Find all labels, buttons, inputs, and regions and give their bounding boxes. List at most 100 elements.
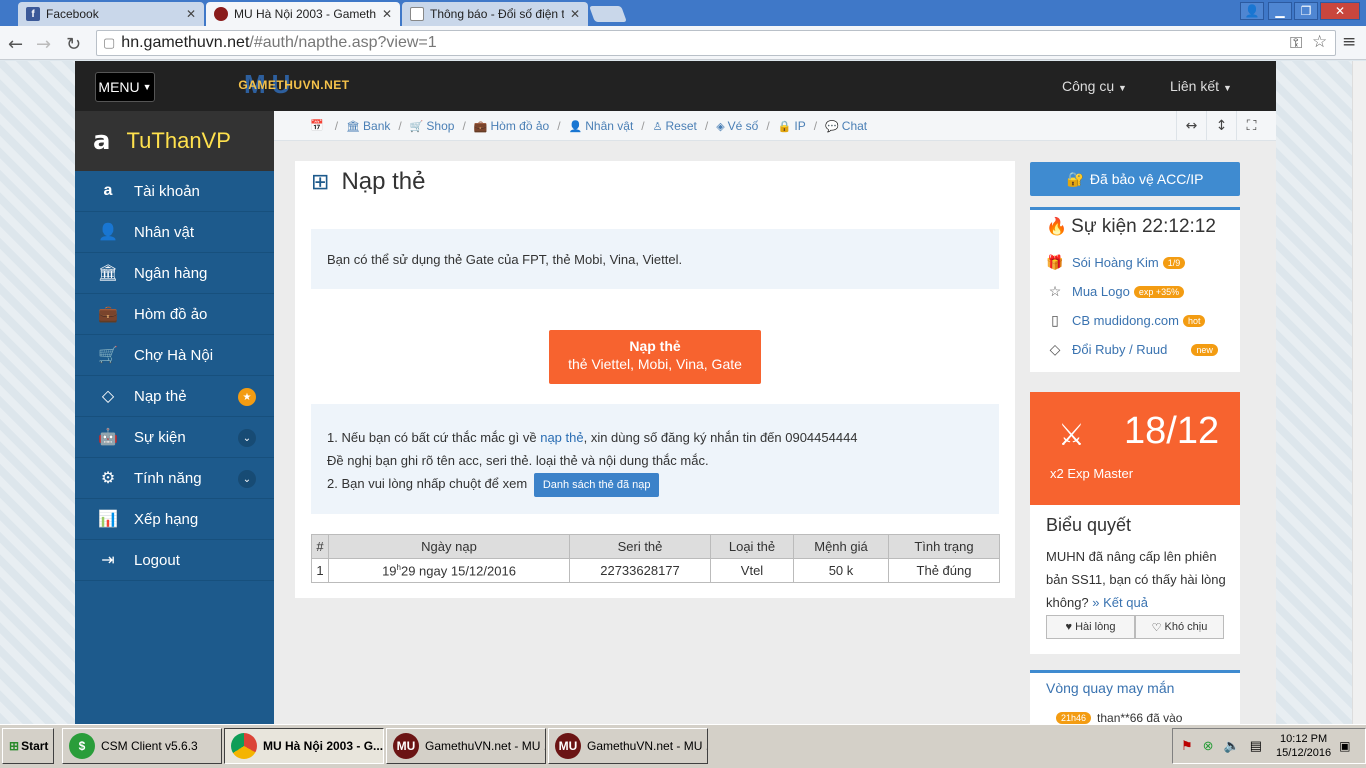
breadcrumb-bank[interactable]: 🏛 Bank: [346, 119, 390, 133]
expand-horizontal-icon[interactable]: ↔: [1176, 111, 1206, 141]
breadcrumb-reset[interactable]: ♙ Reset: [653, 119, 697, 133]
mu-game-icon: MU: [555, 733, 581, 759]
poll-results-link[interactable]: » Kết quả: [1092, 595, 1148, 610]
xbox-icon[interactable]: ⊗: [1203, 738, 1214, 754]
star-icon[interactable]: ☆: [1312, 32, 1327, 52]
sidebar-item-ngan-hang[interactable]: 🏛 Ngân hàng: [75, 253, 274, 294]
sidebar-item-nhan-vat[interactable]: 👤 Nhân vật: [75, 212, 274, 253]
volume-icon[interactable]: 🔈: [1224, 738, 1240, 754]
breadcrumb-chat[interactable]: 💬 Chat: [825, 119, 867, 133]
address-bar[interactable]: ▢ hn.gamethuvn.net/#auth/napthe.asp?view…: [96, 30, 1336, 56]
site-logo[interactable]: GAMETHUVN.NET: [234, 72, 354, 98]
breadcrumb-nhan-vat[interactable]: 👤 Nhân vật: [569, 119, 634, 133]
poll-question: MUHN đã nâng cấp lên phiên bản SS11, bạn…: [1046, 549, 1226, 610]
sidebar-item-nap-the[interactable]: ◇ Nạp thẻ ★: [75, 376, 274, 417]
tab-mu-hanoi[interactable]: MU Hà Nội 2003 - GamethuV ✕: [206, 2, 400, 26]
star-badge-icon: ★: [238, 388, 256, 406]
event-item[interactable]: ☆ Mua Logo exp +35%: [1046, 283, 1185, 300]
card-history-table: # Ngày nạp Seri thẻ Loại thẻ Mệnh giá Tì…: [311, 534, 1000, 583]
maximize-button[interactable]: ❐: [1294, 2, 1318, 20]
info-alert: Bạn có thể sử dụng thẻ Gate của FPT, thẻ…: [311, 229, 999, 289]
close-tab-icon[interactable]: ✕: [186, 7, 196, 21]
system-tray: ⚑ ⊗ 🔈 ▤ 10:12 PM 15/12/2016 ▣: [1172, 728, 1366, 764]
bank-icon: 🏛: [97, 265, 119, 282]
briefcase-icon: 💼: [473, 120, 488, 133]
promo-card[interactable]: ⚔ 18/12 x2 Exp Master: [1030, 392, 1240, 505]
clock[interactable]: 10:12 PM 15/12/2016: [1276, 732, 1331, 760]
sidebar-item-hom-do-ao[interactable]: 💼 Hòm đồ ảo: [75, 294, 274, 335]
sidebar-item-tai-khoan[interactable]: a Tài khoản: [75, 171, 274, 212]
poll-title: Biểu quyết: [1046, 515, 1132, 535]
menu-button[interactable]: MENU ▼: [95, 72, 155, 102]
fire-icon: 🔥: [1046, 217, 1068, 236]
taskbar-item-csm[interactable]: $ CSM Client v5.6.3: [62, 728, 222, 764]
breadcrumb-ve-so[interactable]: ◈ Vé số: [716, 119, 758, 133]
calendar-icon[interactable]: 📅: [310, 119, 324, 132]
page-scrollbar[interactable]: [1352, 61, 1366, 724]
taskbar-item-chrome[interactable]: MU Hà Nội 2003 - G...: [224, 728, 384, 764]
flag-icon[interactable]: ⚑: [1181, 738, 1193, 754]
nap-the-button[interactable]: Nạp thẻ thẻ Viettel, Mobi, Vina, Gate: [549, 330, 761, 384]
close-window-button[interactable]: ✕: [1320, 2, 1360, 20]
sidebar-item-xep-hang[interactable]: 📊 Xếp hạng: [75, 499, 274, 540]
back-icon[interactable]: ←: [8, 34, 23, 55]
breadcrumb-ip[interactable]: 🔒 IP: [778, 119, 806, 133]
nap-the-link[interactable]: nạp thẻ: [540, 430, 583, 445]
card-history-button[interactable]: Danh sách thẻ đã nạp: [533, 472, 660, 497]
sidebar-item-logout[interactable]: ⇥ Logout: [75, 540, 274, 581]
forward-icon[interactable]: →: [36, 34, 51, 55]
chrome-icon: [231, 733, 257, 759]
page-title: ⊞ Nạp thẻ: [311, 168, 426, 195]
bar-chart-icon: 📊: [98, 511, 118, 528]
sidebar-item-cho-ha-noi[interactable]: 🛒 Chợ Hà Nội: [75, 335, 274, 376]
tab-thong-bao[interactable]: Thông báo - Đổi số điện tho ✕: [402, 2, 588, 26]
new-tab-button[interactable]: [589, 6, 627, 22]
close-tab-icon[interactable]: ✕: [570, 7, 580, 21]
sidebar-item-tinh-nang[interactable]: ⚙ Tính năng ⌄: [75, 458, 274, 499]
breadcrumb-hom-do-ao[interactable]: 💼 Hòm đồ ảo: [474, 119, 549, 133]
url-path: /#auth/napthe.asp?view=1: [249, 34, 437, 51]
taskbar-item-mu-2[interactable]: MU GamethuVN.net - MU ...: [548, 728, 708, 764]
close-tab-icon[interactable]: ✕: [382, 7, 392, 21]
amazon-icon: a: [103, 182, 113, 199]
sidebar-item-su-kien[interactable]: 🤖 Sự kiện ⌄: [75, 417, 274, 458]
mu-game-icon: MU: [393, 733, 419, 759]
reload-icon[interactable]: ↻: [66, 34, 81, 55]
windows-icon: ⊞: [311, 169, 330, 194]
chat-icon: 💬: [825, 120, 839, 133]
start-button[interactable]: ⊞ Start: [2, 728, 54, 764]
mu-favicon-icon: [214, 7, 228, 21]
breadcrumb-shop[interactable]: 🛒 Shop: [410, 119, 455, 133]
minimize-button[interactable]: ▁: [1268, 2, 1292, 20]
event-item[interactable]: ◇ Đổi Ruby / Ruud new: [1046, 341, 1218, 358]
user-icon[interactable]: 👤: [1240, 2, 1264, 20]
poll-yes-button[interactable]: ♥ Hài lòng: [1046, 615, 1135, 639]
windows-logo-icon: ⊞: [9, 739, 20, 753]
network-icon[interactable]: ▤: [1250, 738, 1262, 754]
poll-no-button[interactable]: ♡ Khó chịu: [1135, 615, 1224, 639]
gift-icon: 🎁: [1046, 254, 1064, 270]
fullscreen-icon[interactable]: ⛶: [1236, 111, 1266, 141]
notes-alert: 1. Nếu bạn có bất cứ thắc mắc gì về nạp …: [311, 404, 999, 514]
event-item[interactable]: ▯ CB mudidong.com hot: [1046, 312, 1206, 329]
hamburger-menu-icon[interactable]: ≡: [1342, 32, 1356, 52]
briefcase-icon: 💼: [98, 306, 118, 323]
star-icon: ☆: [1048, 283, 1062, 299]
show-desktop-icon[interactable]: ▣: [1339, 739, 1350, 753]
promo-text: x2 Exp Master: [1050, 466, 1134, 481]
taskbar-item-mu-1[interactable]: MU GamethuVN.net - MU ...: [386, 728, 546, 764]
page-background-pattern: [0, 61, 75, 724]
key-icon[interactable]: ⚿: [1290, 33, 1302, 53]
lock-icon: 🔒: [777, 120, 792, 133]
tools-menu[interactable]: Công cụ ▼: [1062, 78, 1127, 94]
protect-acc-button[interactable]: 🔐 Đã bảo vệ ACC/IP: [1030, 162, 1240, 196]
cart-icon: 🛒: [409, 120, 424, 133]
chevron-down-icon: ⌄: [238, 470, 256, 488]
person-icon: ♙: [652, 120, 663, 133]
lucky-wheel-card: Vòng quay may mắn 21h46 than**66 đã vào: [1030, 670, 1240, 725]
event-item[interactable]: 🎁 Sói Hoàng Kim 1/9: [1046, 254, 1186, 271]
wheel-title: Vòng quay may mắn: [1046, 680, 1175, 696]
expand-vertical-icon[interactable]: ↕: [1206, 111, 1236, 141]
links-menu[interactable]: Liên kết ▼: [1170, 78, 1232, 94]
tab-facebook[interactable]: f Facebook ✕: [18, 2, 204, 26]
